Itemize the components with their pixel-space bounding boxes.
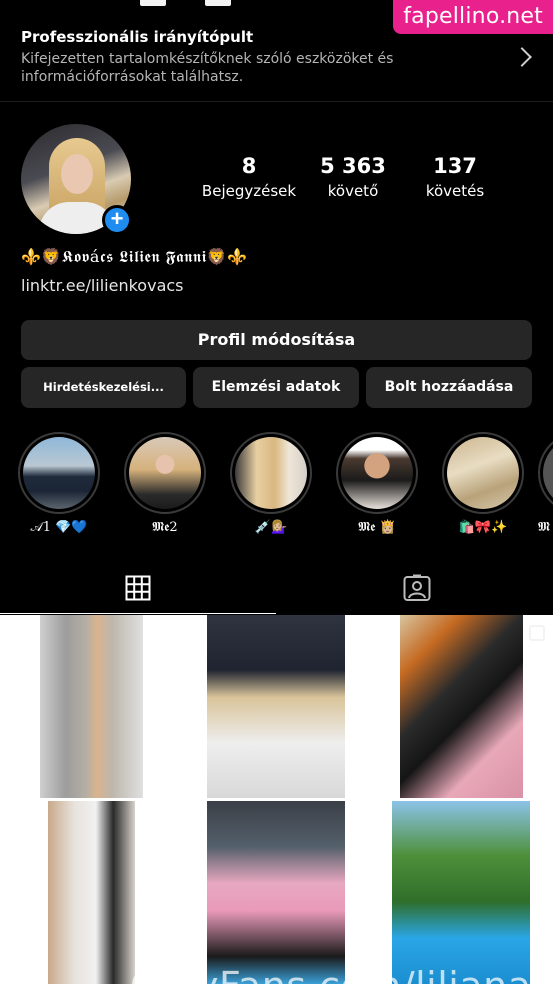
post-thumbnail[interactable] bbox=[370, 801, 553, 984]
highlight-label: 𝕸 bbox=[538, 520, 550, 535]
chevron-right-icon bbox=[512, 47, 532, 67]
add-shop-button[interactable]: Bolt hozzáadása bbox=[366, 367, 532, 408]
stat-label: követő bbox=[327, 182, 379, 200]
posts-grid bbox=[0, 615, 553, 1000]
story-highlight[interactable]: 🛍️🎀✨ bbox=[442, 432, 524, 535]
multiple-photos-icon bbox=[529, 625, 545, 641]
post-thumbnail[interactable] bbox=[370, 615, 553, 798]
tab-posts-grid[interactable] bbox=[0, 560, 276, 614]
tagged-person-icon bbox=[403, 574, 431, 601]
stat-value: 137 bbox=[433, 154, 477, 178]
add-story-plus-icon[interactable]: + bbox=[102, 205, 132, 235]
highlight-cover bbox=[447, 437, 519, 509]
highlight-cover bbox=[341, 437, 413, 509]
ad-tools-button[interactable]: Hirdetéskezelési... bbox=[21, 367, 186, 408]
cutoff-bar bbox=[140, 0, 166, 6]
grid-icon bbox=[125, 575, 151, 601]
highlight-label: 💉💁🏼‍♀️ bbox=[254, 520, 288, 535]
dashboard-title: Professzionális irányítópult bbox=[21, 28, 254, 46]
profile-link[interactable]: linktr.ee/lilienkovacs bbox=[21, 276, 184, 295]
profile-display-name: ⚜️🦁𝕶𝖔𝖛á𝖈𝖘 𝕷𝖎𝖑𝖎𝖊𝖓 𝕱𝖆𝖓𝖓𝖎🦁⚜️ bbox=[21, 247, 248, 266]
highlight-cover bbox=[235, 437, 307, 509]
stat-posts[interactable]: 8 Bejegyzések bbox=[194, 154, 304, 200]
highlight-label: 𝕸𝖊2 bbox=[152, 520, 178, 535]
highlight-cover bbox=[543, 437, 553, 509]
story-highlight[interactable]: 𝕸𝖊 👸🏼 bbox=[336, 432, 418, 535]
stat-label: Bejegyzések bbox=[201, 182, 297, 200]
post-thumbnail[interactable] bbox=[185, 615, 368, 798]
dashboard-description: Kifejezetten tartalomkészítőknek szóló e… bbox=[21, 51, 394, 85]
insights-button[interactable]: Elemzési adatok bbox=[193, 367, 359, 408]
story-highlight[interactable]: 𝕸 bbox=[538, 432, 553, 535]
stat-value: 8 bbox=[241, 154, 257, 178]
stat-label: követés bbox=[425, 182, 485, 200]
story-highlight[interactable]: 𝒜1 💎💙 bbox=[18, 432, 100, 535]
cutoff-bar bbox=[205, 0, 231, 6]
professional-dashboard[interactable]: Professzionális irányítópult Kifejezette… bbox=[0, 26, 553, 102]
highlight-cover bbox=[23, 437, 95, 509]
tab-tagged[interactable] bbox=[277, 560, 553, 614]
edit-profile-button[interactable]: Profil módosítása bbox=[21, 320, 532, 360]
highlight-label: 𝕸𝖊 👸🏼 bbox=[358, 520, 396, 535]
highlight-label: 𝒜1 💎💙 bbox=[30, 520, 88, 535]
post-thumbnail[interactable] bbox=[0, 615, 183, 798]
story-highlight[interactable]: 𝕸𝖊2 bbox=[124, 432, 206, 535]
story-highlight[interactable]: 💉💁🏼‍♀️ bbox=[230, 432, 312, 535]
post-thumbnail[interactable] bbox=[0, 801, 183, 984]
post-thumbnail[interactable] bbox=[185, 801, 368, 984]
stat-following[interactable]: 137 követés bbox=[400, 154, 510, 200]
highlight-label: 🛍️🎀✨ bbox=[458, 520, 508, 535]
stat-value: 5 363 bbox=[320, 154, 386, 178]
watermark-bottom: OnlyFans.com/lilianaah bbox=[130, 964, 553, 1000]
highlight-cover bbox=[129, 437, 201, 509]
stat-followers[interactable]: 5 363 követő bbox=[298, 154, 408, 200]
profile-tabs bbox=[0, 560, 553, 614]
